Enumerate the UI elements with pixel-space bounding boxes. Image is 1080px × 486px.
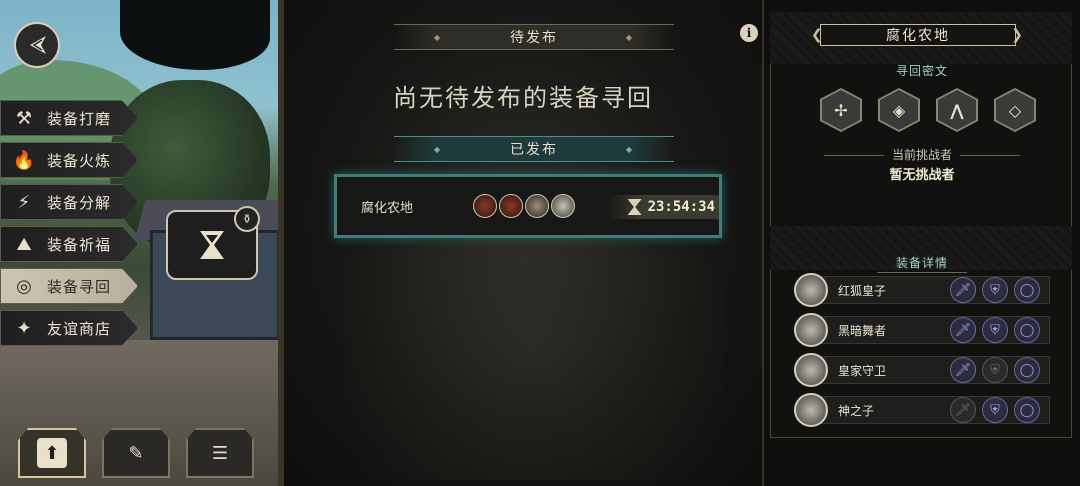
secret-glyph-slot[interactable]: ✢ bbox=[820, 88, 862, 132]
back-button[interactable] bbox=[14, 22, 60, 68]
pending-title: 待发布 bbox=[510, 30, 558, 46]
secret-glyph-row: ✢ ◈ ⋀ ◇ bbox=[820, 88, 1036, 132]
list-icon: ☰ bbox=[211, 442, 229, 464]
background-characters bbox=[344, 60, 724, 480]
ring-slot-icon[interactable]: ◯ bbox=[1014, 317, 1040, 343]
fox-shop-icon: ✦ bbox=[16, 317, 32, 339]
feather-button[interactable]: ✎ bbox=[102, 428, 170, 478]
side-menu: ⚒ 装备打磨 🔥 装备火炼 ⚡ 装备分解 ⛰ 装备祈福 ◎ 装备寻回 ✦ 友谊商店 bbox=[0, 100, 150, 352]
hero-list: 红狐皇子 🗡 ⛨ ◯ 黑暗舞者 🗡 ⛨ ◯ 皇家守卫 🗡 ⛨ ◯ 神之子 🗡 ⛨ ◯ bbox=[794, 270, 1050, 430]
menu-item-5[interactable]: ✦ 友谊商店 bbox=[0, 310, 138, 346]
hero-portrait bbox=[794, 273, 828, 307]
menu-item-label: 装备火炼 bbox=[47, 151, 112, 170]
back-arrow-icon bbox=[30, 36, 46, 54]
list-button[interactable]: ☰ bbox=[186, 428, 254, 478]
hero-portrait bbox=[794, 393, 828, 427]
hero-portrait-dark-dancer bbox=[499, 194, 523, 218]
quest-hero-portraits bbox=[473, 194, 575, 218]
armor-slot-icon[interactable]: ⛨ bbox=[982, 317, 1008, 343]
weapon-slot-icon[interactable]: 🗡 bbox=[950, 277, 976, 303]
menu-item-4[interactable]: ◎ 装备寻回 bbox=[0, 268, 138, 304]
hero-portrait-god-child bbox=[551, 194, 575, 218]
quest-name: 腐化农地 bbox=[361, 200, 414, 216]
hero-name: 神之子 bbox=[838, 403, 875, 418]
hourglass-icon bbox=[627, 199, 642, 215]
menu-item-label: 装备打磨 bbox=[47, 109, 112, 128]
secret-glyph-slot[interactable]: ◈ bbox=[878, 88, 920, 132]
menu-item-0[interactable]: ⚒ 装备打磨 bbox=[0, 100, 138, 136]
secret-glyph-arch-icon: ⋀ bbox=[938, 90, 976, 130]
pray-icon: ⛰ bbox=[16, 233, 32, 255]
secret-label: 寻回密文 bbox=[895, 64, 948, 78]
hammer-icon: ⚒ bbox=[15, 107, 33, 129]
menu-item-3[interactable]: ⛰ 装备祈福 bbox=[0, 226, 138, 262]
challenger-label: 当前挑战者 bbox=[764, 146, 1080, 163]
upload-icon: ⬆ bbox=[37, 438, 67, 468]
secret-glyph-diamond-icon: ◈ bbox=[880, 90, 918, 130]
secret-glyph-cross-icon: ✢ bbox=[822, 90, 860, 130]
equipment-slots: 🗡 ⛨ ◯ bbox=[950, 277, 1040, 303]
ring-slot-icon[interactable]: ◯ bbox=[1014, 397, 1040, 423]
armor-slot-icon[interactable]: ⛨ bbox=[982, 277, 1008, 303]
armor-slot-icon[interactable]: ⛨ bbox=[982, 397, 1008, 423]
equipment-slots: 🗡 ⛨ ◯ bbox=[950, 397, 1040, 423]
menu-item-label: 装备寻回 bbox=[47, 277, 112, 296]
scene-shadow bbox=[120, 0, 270, 70]
equipment-slots: 🗡 ⛨ ◯ bbox=[950, 357, 1040, 383]
challenger-value: 暂无挑战者 bbox=[889, 168, 955, 183]
ring-slot-icon[interactable]: ◯ bbox=[1014, 277, 1040, 303]
right-panel: 腐化农地 寻回密文 ✢◈⋀◇ 当前挑战者 暂无挑战者 装备详情 红狐皇子 🗡⛨◯… bbox=[764, 0, 1080, 486]
flame-icon: 🔥 bbox=[12, 149, 36, 171]
quest-timer: 23:54:34 bbox=[607, 195, 719, 219]
secret-glyph-rhombus-icon: ◇ bbox=[996, 90, 1034, 130]
equipment-slots: 🗡 ⛨ ◯ bbox=[950, 317, 1040, 343]
upload-button[interactable]: ⬆ bbox=[18, 428, 86, 478]
hero-portrait-royal-guard bbox=[525, 194, 549, 218]
coin-bag-icon: ⚱ bbox=[234, 206, 260, 232]
secret-glyph-slot[interactable]: ◇ bbox=[994, 88, 1036, 132]
weapon-slot-icon[interactable]: 🗡 bbox=[950, 397, 976, 423]
armor-slot-icon[interactable]: ⛨ bbox=[982, 357, 1008, 383]
center-panel: i 待发布 尚无待发布的装备寻回 已发布 腐化农地 23:54:34 bbox=[278, 0, 764, 486]
hero-row[interactable]: 神之子 🗡 ⛨ ◯ bbox=[794, 390, 1050, 430]
info-icon[interactable]: i bbox=[740, 24, 758, 42]
weapon-slot-icon[interactable]: 🗡 bbox=[950, 357, 976, 383]
ring-slot-icon[interactable]: ◯ bbox=[1014, 357, 1040, 383]
location-title-text: 腐化农地 bbox=[886, 28, 950, 44]
feather-icon: ✎ bbox=[128, 442, 144, 464]
menu-item-label: 装备分解 bbox=[47, 193, 112, 212]
published-section-header: 已发布 bbox=[394, 136, 674, 162]
hero-row[interactable]: 红狐皇子 🗡 ⛨ ◯ bbox=[794, 270, 1050, 310]
menu-item-2[interactable]: ⚡ 装备分解 bbox=[0, 184, 138, 220]
published-quest-card[interactable]: 腐化农地 23:54:34 bbox=[334, 174, 722, 238]
hero-row[interactable]: 皇家守卫 🗡 ⛨ ◯ bbox=[794, 350, 1050, 390]
menu-item-label: 友谊商店 bbox=[47, 319, 112, 338]
menu-item-1[interactable]: 🔥 装备火炼 bbox=[0, 142, 138, 178]
hero-portrait-red-fox bbox=[473, 194, 497, 218]
published-title: 已发布 bbox=[510, 142, 558, 158]
pending-section-header: 待发布 bbox=[394, 24, 674, 50]
empty-pending-message: 尚无待发布的装备寻回 bbox=[393, 84, 653, 112]
hero-row[interactable]: 黑暗舞者 🗡 ⛨ ◯ bbox=[794, 310, 1050, 350]
secret-glyph-slot[interactable]: ⋀ bbox=[936, 88, 978, 132]
retrieve-icon: ◎ bbox=[16, 275, 32, 297]
hero-name: 皇家守卫 bbox=[838, 363, 887, 378]
bottom-toolbar: ⬆ ✎ ☰ bbox=[18, 428, 254, 478]
hourglass-scroll-icon bbox=[200, 231, 224, 259]
hero-name: 红狐皇子 bbox=[838, 283, 887, 298]
hero-portrait bbox=[794, 313, 828, 347]
hero-name: 黑暗舞者 bbox=[838, 323, 887, 338]
weapon-slot-icon[interactable]: 🗡 bbox=[950, 317, 976, 343]
decompose-icon: ⚡ bbox=[17, 191, 31, 213]
hero-portrait bbox=[794, 353, 828, 387]
menu-item-label: 装备祈福 bbox=[47, 235, 112, 254]
timer-text: 23:54:34 bbox=[647, 199, 715, 215]
location-title: 腐化农地 bbox=[811, 24, 1025, 46]
